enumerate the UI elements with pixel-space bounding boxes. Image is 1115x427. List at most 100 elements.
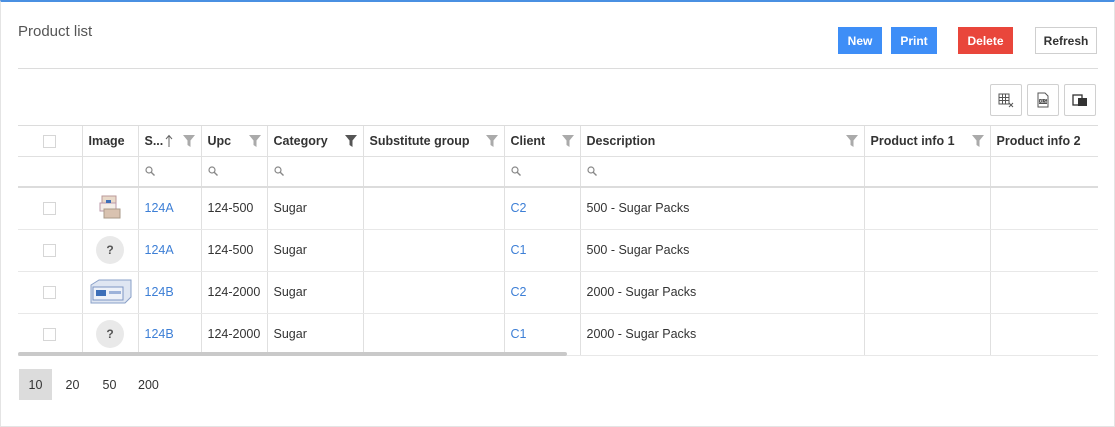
copy-button[interactable]: [1064, 84, 1096, 116]
page-size-20[interactable]: 20: [56, 369, 89, 400]
filter-icon[interactable]: [845, 135, 858, 150]
column-header-upc[interactable]: Upc: [201, 126, 268, 157]
filter-icon[interactable]: [971, 135, 984, 150]
product-image: ?: [82, 229, 139, 272]
filter-cell: [18, 156, 83, 188]
product-grid: Image S... Upc Category Substitute group…: [18, 125, 1098, 359]
column-header-substitute-group[interactable]: Substitute group: [363, 126, 505, 157]
horizontal-scrollbar[interactable]: [18, 352, 567, 356]
print-button[interactable]: Print: [891, 27, 937, 54]
category-cell: Sugar: [267, 229, 364, 272]
column-label: Description: [586, 133, 656, 148]
page-size-selector: 10 20 50 200: [19, 369, 171, 400]
sku-cell[interactable]: 124A: [138, 229, 202, 272]
column-chooser-button[interactable]: [990, 84, 1022, 116]
column-header-image[interactable]: Image: [82, 126, 139, 157]
description-cell: 500 - Sugar Packs: [580, 229, 865, 272]
column-header-sku[interactable]: S...: [138, 126, 202, 157]
search-icon: [273, 165, 284, 179]
table-row[interactable]: ? 124B 124-2000 Sugar C1 2000 - Sugar Pa…: [18, 313, 1098, 356]
table-row[interactable]: 124B 124-2000 Sugar C2 2000 - Sugar Pack…: [18, 271, 1098, 314]
filter-icon[interactable]: [344, 135, 357, 150]
new-button[interactable]: New: [838, 27, 882, 54]
table-row[interactable]: 124A 124-500 Sugar C2 500 - Sugar Packs: [18, 187, 1098, 230]
column-label: Image: [88, 133, 125, 148]
filter-icon[interactable]: [561, 135, 574, 150]
substitute-group-cell: [363, 313, 505, 356]
column-label: S...: [144, 133, 164, 148]
product-image: ?: [82, 313, 139, 356]
product-image: [82, 271, 139, 314]
column-label: Category: [273, 133, 328, 148]
substitute-group-cell: [363, 271, 505, 314]
column-label: Upc: [207, 133, 232, 148]
column-header-description[interactable]: Description: [580, 126, 865, 157]
image-placeholder-icon: ?: [96, 320, 124, 348]
column-header-product-info-1[interactable]: Product info 1: [864, 126, 991, 157]
export-excel-icon: XLS: [1035, 92, 1051, 108]
sku-cell[interactable]: 124B: [138, 271, 202, 314]
export-excel-button[interactable]: XLS: [1027, 84, 1059, 116]
client-cell[interactable]: C2: [504, 271, 581, 314]
filter-icon[interactable]: [248, 135, 261, 150]
row-checkbox[interactable]: [43, 286, 57, 300]
select-all-checkbox[interactable]: [43, 134, 57, 148]
upc-cell: 124-500: [201, 229, 268, 272]
client-cell[interactable]: C2: [504, 187, 581, 230]
copy-icon: [1072, 92, 1088, 108]
table-row[interactable]: ? 124A 124-500 Sugar C1 500 - Sugar Pack…: [18, 229, 1098, 272]
filter-icon[interactable]: [182, 135, 195, 150]
sku-cell[interactable]: 124B: [138, 313, 202, 356]
filter-cell: [82, 156, 139, 188]
row-select-cell: [18, 271, 83, 314]
category-cell: Sugar: [267, 271, 364, 314]
client-filter-input[interactable]: [504, 156, 581, 188]
column-label: Client: [510, 133, 546, 148]
page-size-10[interactable]: 10: [19, 369, 52, 400]
search-icon: [144, 165, 155, 179]
substitute-group-filter-cell: [363, 156, 505, 188]
category-cell: Sugar: [267, 187, 364, 230]
filter-cell: [990, 156, 1098, 188]
client-cell[interactable]: C1: [504, 229, 581, 272]
delete-button[interactable]: Delete: [958, 27, 1013, 54]
row-select-cell: [18, 313, 83, 356]
filter-cell: [864, 156, 991, 188]
select-all-header: [18, 126, 83, 157]
search-icon: [207, 165, 218, 179]
image-placeholder-icon: ?: [96, 236, 124, 264]
substitute-group-cell: [363, 229, 505, 272]
sku-cell[interactable]: 124A: [138, 187, 202, 230]
row-checkbox[interactable]: [43, 244, 57, 258]
row-checkbox[interactable]: [43, 202, 57, 216]
product-info-2-cell: [990, 313, 1098, 356]
page-size-200[interactable]: 200: [130, 369, 167, 400]
product-info-1-cell: [864, 271, 991, 314]
description-cell: 2000 - Sugar Packs: [580, 271, 865, 314]
column-header-client[interactable]: Client: [504, 126, 581, 157]
upc-cell: 124-500: [201, 187, 268, 230]
category-filter-input[interactable]: [267, 156, 364, 188]
sku-filter-input[interactable]: [138, 156, 202, 188]
filter-icon[interactable]: [485, 135, 498, 150]
product-image: [82, 187, 139, 230]
client-cell[interactable]: C1: [504, 313, 581, 356]
column-chooser-icon: [998, 92, 1014, 108]
refresh-button[interactable]: Refresh: [1035, 27, 1097, 54]
product-info-1-cell: [864, 187, 991, 230]
page-size-50[interactable]: 50: [93, 369, 126, 400]
sugar-box-thumbnail-icon: [90, 279, 131, 303]
category-cell: Sugar: [267, 313, 364, 356]
row-checkbox[interactable]: [43, 328, 57, 342]
upc-filter-input[interactable]: [201, 156, 268, 188]
product-info-1-cell: [864, 229, 991, 272]
column-label: Product info 1: [870, 133, 955, 148]
sugar-packs-thumbnail-icon: [99, 195, 121, 219]
column-header-product-info-2[interactable]: Product info 2: [990, 126, 1098, 157]
description-filter-input[interactable]: [580, 156, 865, 188]
product-list-panel: Product list New Print Delete Refresh XL…: [0, 0, 1115, 427]
row-select-cell: [18, 229, 83, 272]
column-label: Product info 2: [996, 133, 1081, 148]
column-header-category[interactable]: Category: [267, 126, 364, 157]
header-divider: [18, 68, 1098, 69]
